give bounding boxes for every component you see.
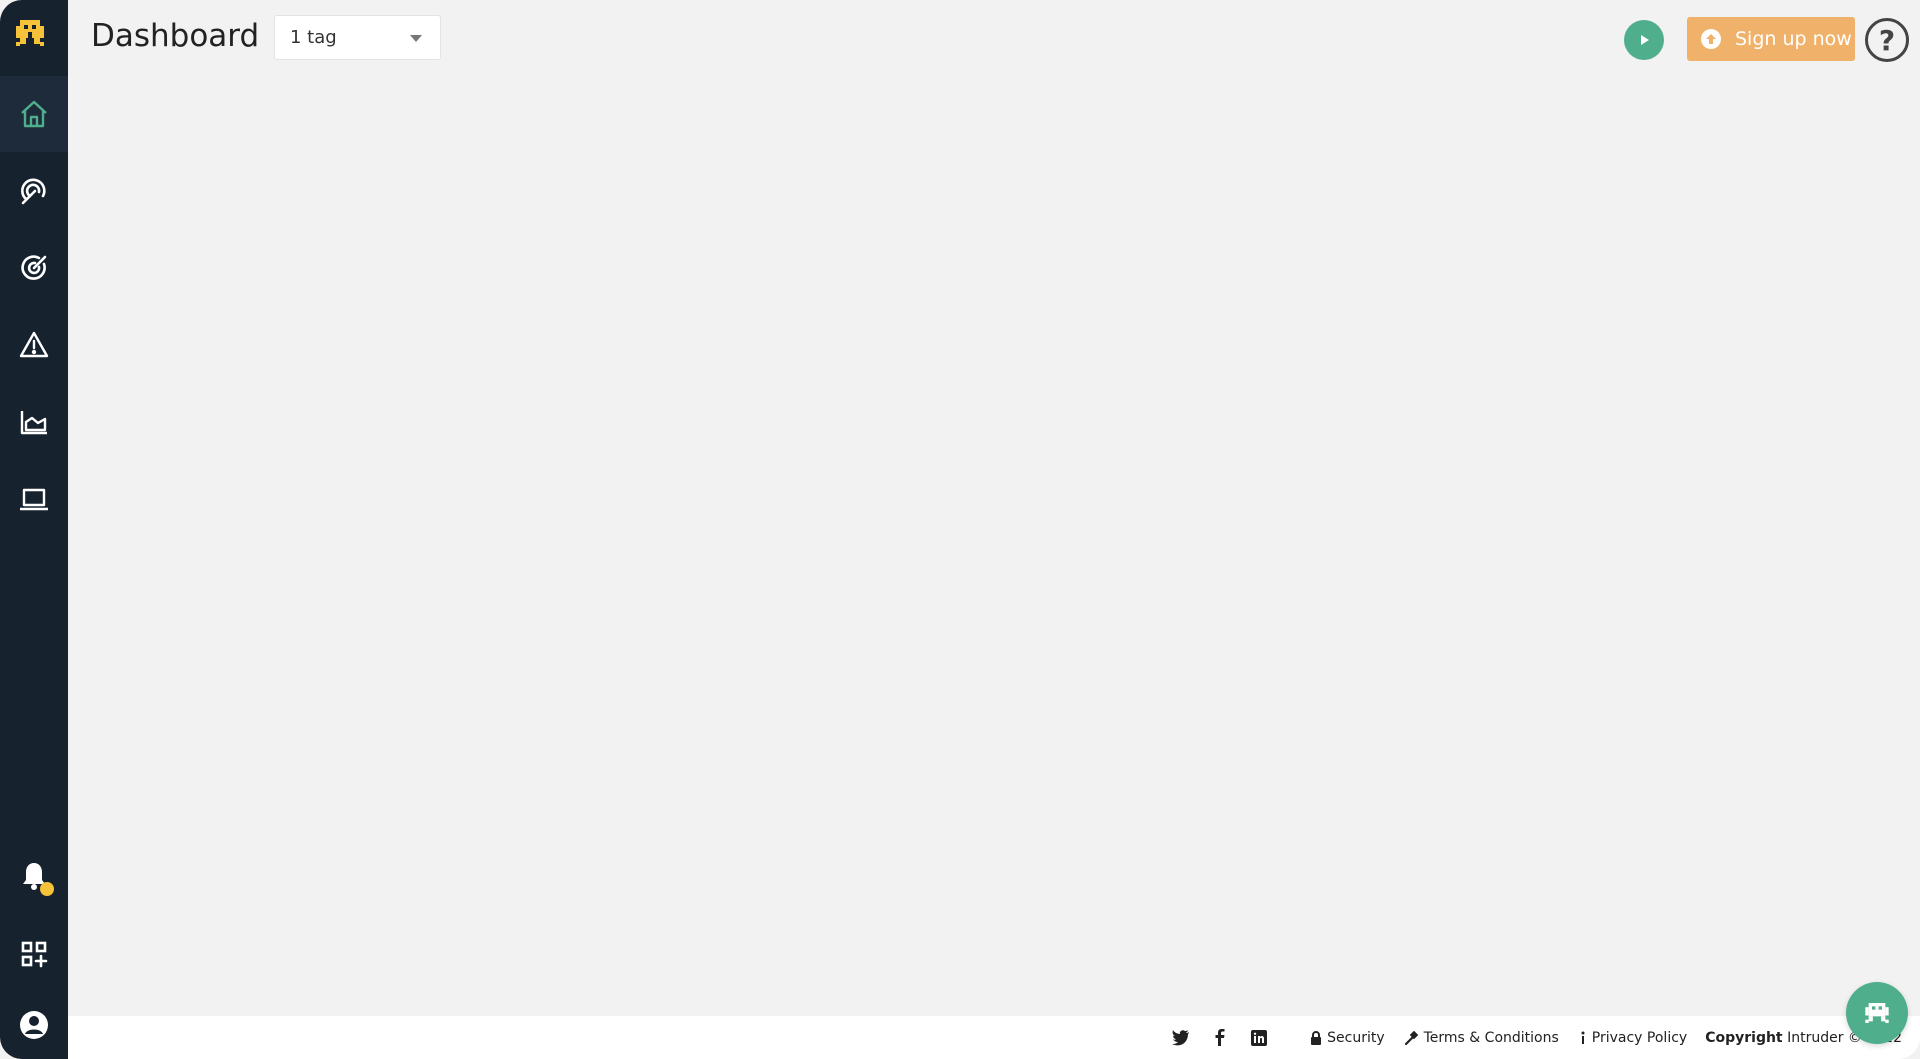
play-video-button[interactable]: [1624, 20, 1664, 60]
copyright-bold: Copyright: [1705, 1029, 1783, 1046]
privacy-label: Privacy Policy: [1591, 1029, 1688, 1046]
help-button[interactable]: ?: [1865, 18, 1909, 62]
chat-support-button[interactable]: [1846, 982, 1908, 1044]
security-link[interactable]: Security: [1310, 1030, 1385, 1046]
page-title: Dashboard: [91, 18, 260, 54]
question-mark-icon: ?: [1878, 23, 1896, 57]
warning-icon[interactable]: [0, 307, 68, 383]
privacy-link[interactable]: Privacy Policy: [1579, 1030, 1687, 1046]
lock-icon: [1311, 1030, 1322, 1045]
gavel-icon: [1404, 1030, 1418, 1045]
chart-icon[interactable]: [0, 384, 68, 460]
sign-up-label: Sign up now: [1735, 28, 1852, 50]
linkedin-icon[interactable]: [1250, 1029, 1268, 1047]
app-window: Dashboard 1 tag Sign up now ? Security T…: [0, 0, 1920, 1059]
facebook-icon[interactable]: [1211, 1029, 1229, 1047]
account-icon[interactable]: [0, 992, 68, 1058]
tag-filter-value: 1 tag: [290, 27, 337, 48]
target-icon[interactable]: [0, 230, 68, 306]
social-links: [1151, 1029, 1268, 1047]
intruder-logo-icon[interactable]: [10, 14, 50, 54]
integrations-icon[interactable]: [0, 916, 68, 992]
intruder-bot-icon: [1865, 1003, 1889, 1023]
home-icon[interactable]: [0, 76, 68, 152]
terms-link[interactable]: Terms & Conditions: [1404, 1029, 1559, 1046]
info-icon: [1581, 1031, 1585, 1044]
twitter-icon[interactable]: [1172, 1029, 1190, 1047]
arrow-up-icon: [1701, 29, 1721, 49]
footer: Security Terms & Conditions Privacy Poli…: [68, 1016, 1920, 1059]
radar-icon[interactable]: [0, 153, 68, 229]
chevron-down-icon: [410, 35, 422, 42]
sidebar: [0, 0, 68, 1059]
terms-label: Terms & Conditions: [1423, 1029, 1559, 1046]
bell-icon[interactable]: [0, 838, 68, 914]
play-icon: [1641, 35, 1649, 45]
security-label: Security: [1327, 1029, 1385, 1046]
tag-filter-select[interactable]: 1 tag: [274, 15, 441, 60]
laptop-icon[interactable]: [0, 461, 68, 537]
notification-badge: [40, 882, 54, 896]
sign-up-button[interactable]: Sign up now: [1687, 17, 1855, 61]
